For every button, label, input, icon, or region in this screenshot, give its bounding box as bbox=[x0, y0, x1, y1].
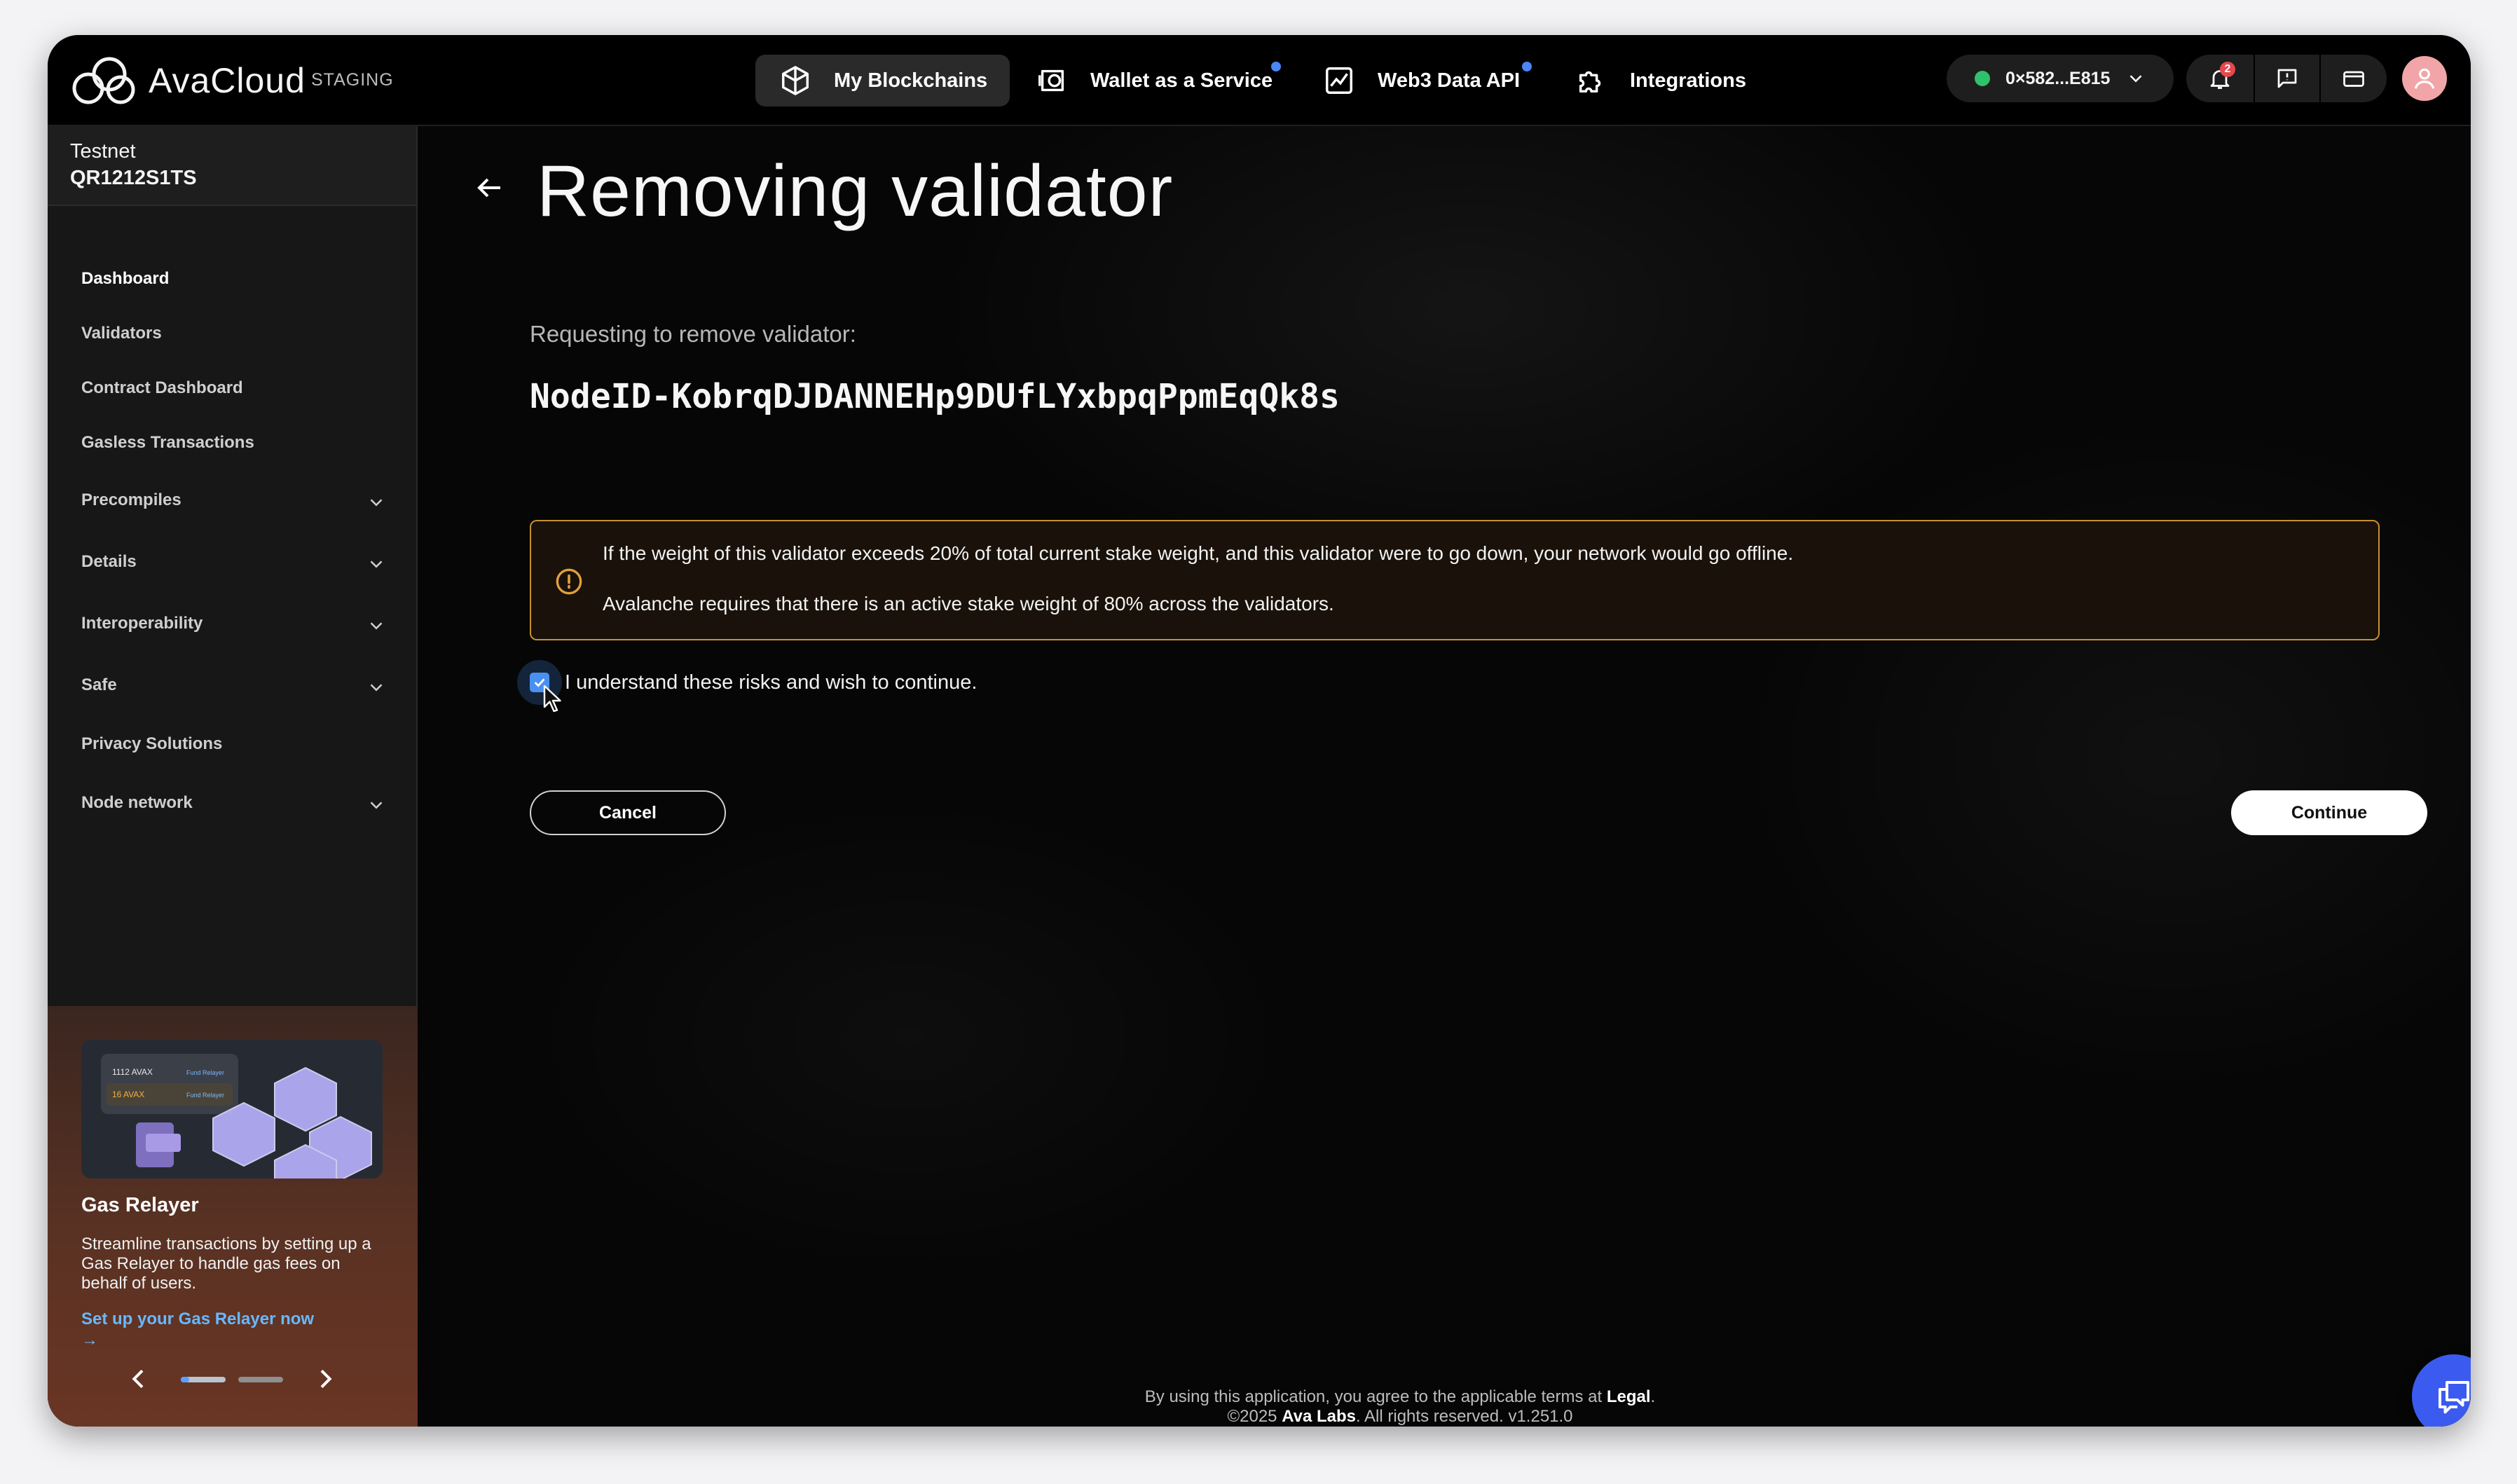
connected-status-icon bbox=[1975, 71, 1990, 86]
page-title: Removing validator bbox=[537, 151, 1174, 232]
nav-web3-data-api[interactable]: Web3 Data API bbox=[1323, 55, 1520, 107]
carousel-dot[interactable] bbox=[238, 1377, 283, 1382]
brand-name: AvaCloud bbox=[149, 61, 306, 100]
network-label: Testnet bbox=[70, 140, 136, 163]
chevron-down-icon bbox=[370, 561, 383, 568]
nav-integrations[interactable]: Integrations bbox=[1575, 55, 1746, 107]
nav-label: Integrations bbox=[1630, 69, 1746, 92]
warning-circle-icon bbox=[556, 568, 582, 595]
sidebar: Testnet QR1212S1TS Dashboard Validators … bbox=[48, 126, 418, 1427]
footer-copyright: ©2025 Ava Labs. All rights reserved. v1.… bbox=[1050, 1407, 1750, 1427]
sidebar-item-label: Contract Dashboard bbox=[81, 378, 243, 397]
notifications-button[interactable]: 2 bbox=[2186, 55, 2254, 102]
notification-count-badge: 2 bbox=[2220, 62, 2235, 77]
cube-icon bbox=[782, 66, 809, 95]
sidebar-item-gasless-transactions[interactable]: Gasless Transactions bbox=[81, 433, 387, 453]
sidebar-item-label: Dashboard bbox=[81, 269, 170, 288]
footer-terms-text: By using this application, you agree to … bbox=[1144, 1387, 1607, 1406]
chevron-down-icon bbox=[2130, 75, 2142, 83]
sidebar-item-label: Interoperability bbox=[81, 614, 203, 633]
cancel-button[interactable]: Cancel bbox=[530, 790, 726, 835]
wallet-address: 0×582...E815 bbox=[2005, 68, 2111, 88]
gas-relayer-illustration-graphic: 1112 AVAX Fund Relayer 16 AVAX Fund Rela… bbox=[101, 1054, 372, 1179]
main-content: Removing validator Requesting to remove … bbox=[419, 126, 2471, 1427]
sidebar-item-label: Validators bbox=[81, 324, 162, 343]
legal-link[interactable]: Legal bbox=[1607, 1387, 1651, 1406]
copyright-prefix: ©2025 bbox=[1227, 1407, 1282, 1426]
new-indicator-dot bbox=[1522, 62, 1532, 71]
acknowledge-label[interactable]: I understand these risks and wish to con… bbox=[565, 671, 977, 694]
sidebar-item-interoperability[interactable]: Interoperability bbox=[81, 614, 387, 633]
network-selector[interactable]: Testnet QR1212S1TS bbox=[48, 126, 416, 206]
promo-description: Streamline transactions by setting up a … bbox=[81, 1235, 371, 1293]
nav-my-blockchains[interactable]: My Blockchains bbox=[755, 55, 1010, 107]
sidebar-item-label: Details bbox=[81, 552, 137, 571]
promo-tag-2: Fund Relayer bbox=[186, 1092, 224, 1099]
chevron-down-icon bbox=[370, 499, 383, 507]
sidebar-item-safe[interactable]: Safe bbox=[81, 675, 387, 695]
sidebar-item-label: Gasless Transactions bbox=[81, 433, 254, 452]
copyright-suffix: . All rights reserved. v1.251.0 bbox=[1356, 1407, 1573, 1426]
sidebar-item-label: Safe bbox=[81, 675, 117, 694]
nav-label: Wallet as a Service bbox=[1090, 69, 1273, 92]
chart-icon bbox=[1326, 67, 1352, 94]
wallet-address-dropdown[interactable]: 0×582...E815 bbox=[1947, 55, 2174, 102]
back-arrow-icon[interactable] bbox=[472, 171, 506, 205]
gas-relayer-promo: 1112 AVAX Fund Relayer 16 AVAX Fund Rela… bbox=[48, 1006, 418, 1427]
promo-title: Gas Relayer bbox=[81, 1194, 199, 1216]
top-navigation-bar: AvaCloud STAGING My Blockchains Wallet a… bbox=[48, 35, 2471, 126]
sidebar-item-label: Privacy Solutions bbox=[81, 734, 223, 753]
user-icon bbox=[2414, 68, 2435, 89]
environment-label: STAGING bbox=[311, 70, 394, 90]
sidebar-item-label: Precompiles bbox=[81, 490, 181, 509]
warning-text-1: If the weight of this validator exceeds … bbox=[603, 542, 1794, 564]
chevron-down-icon bbox=[370, 802, 383, 809]
sidebar-item-details[interactable]: Details bbox=[81, 552, 387, 572]
credit-card-icon bbox=[2343, 71, 2364, 87]
sidebar-item-precompiles[interactable]: Precompiles bbox=[81, 490, 387, 510]
avacloud-logo-icon[interactable] bbox=[69, 55, 139, 107]
request-label: Requesting to remove validator: bbox=[530, 321, 856, 347]
chevron-down-icon bbox=[370, 622, 383, 630]
billing-button[interactable] bbox=[2321, 55, 2387, 102]
continue-button[interactable]: Continue bbox=[2231, 790, 2427, 835]
mouse-cursor-icon bbox=[543, 685, 561, 713]
chevron-left-icon[interactable] bbox=[125, 1365, 153, 1393]
promo-amount-1: 1112 AVAX bbox=[112, 1067, 153, 1077]
warning-text-2: Avalanche requires that there is an acti… bbox=[603, 593, 1334, 614]
validator-node-id: NodeID-KobrqDJDANNEHp9DUfLYxbpqPpmEqQk8s bbox=[530, 377, 1340, 416]
sidebar-item-privacy-solutions[interactable]: Privacy Solutions bbox=[81, 734, 387, 754]
setup-gas-relayer-link[interactable]: Set up your Gas Relayer now → bbox=[81, 1309, 334, 1351]
sidebar-item-dashboard[interactable]: Dashboard bbox=[81, 269, 387, 289]
user-avatar[interactable] bbox=[2402, 56, 2447, 101]
puzzle-icon bbox=[1579, 71, 1601, 93]
chat-bubble-icon bbox=[2439, 1381, 2469, 1414]
sidebar-item-contract-dashboard[interactable]: Contract Dashboard bbox=[81, 378, 387, 398]
network-id: QR1212S1TS bbox=[70, 167, 197, 189]
promo-tag-1: Fund Relayer bbox=[186, 1069, 224, 1076]
footer-terms: By using this application, you agree to … bbox=[1050, 1387, 1750, 1407]
nav-label: Web3 Data API bbox=[1378, 69, 1521, 92]
stake-weight-warning: If the weight of this validator exceeds … bbox=[530, 520, 2380, 640]
app-window: AvaCloud STAGING My Blockchains Wallet a… bbox=[48, 35, 2471, 1427]
sidebar-item-label: Node network bbox=[81, 793, 193, 812]
wallet-icon bbox=[1038, 69, 1064, 92]
gas-relayer-illustration: 1112 AVAX Fund Relayer 16 AVAX Fund Rela… bbox=[81, 1040, 383, 1179]
footer: By using this application, you agree to … bbox=[1050, 1387, 1750, 1427]
risk-acknowledgement[interactable]: I understand these risks and wish to con… bbox=[517, 660, 977, 705]
nav-wallet-as-a-service[interactable]: Wallet as a Service bbox=[1036, 55, 1273, 107]
chevron-down-icon bbox=[370, 684, 383, 692]
footer-terms-end: . bbox=[1650, 1387, 1656, 1406]
chevron-right-icon[interactable] bbox=[311, 1365, 339, 1393]
promo-amount-2: 16 AVAX bbox=[112, 1090, 144, 1099]
sidebar-item-validators[interactable]: Validators bbox=[81, 324, 387, 343]
message-alert-icon bbox=[2277, 69, 2297, 88]
sidebar-item-node-network[interactable]: Node network bbox=[81, 793, 387, 813]
nav-label: My Blockchains bbox=[834, 69, 988, 92]
new-indicator-dot bbox=[1271, 62, 1281, 71]
carousel-dot-active[interactable] bbox=[181, 1377, 226, 1382]
company-name: Ava Labs bbox=[1282, 1407, 1357, 1426]
feedback-button[interactable] bbox=[2255, 55, 2319, 102]
